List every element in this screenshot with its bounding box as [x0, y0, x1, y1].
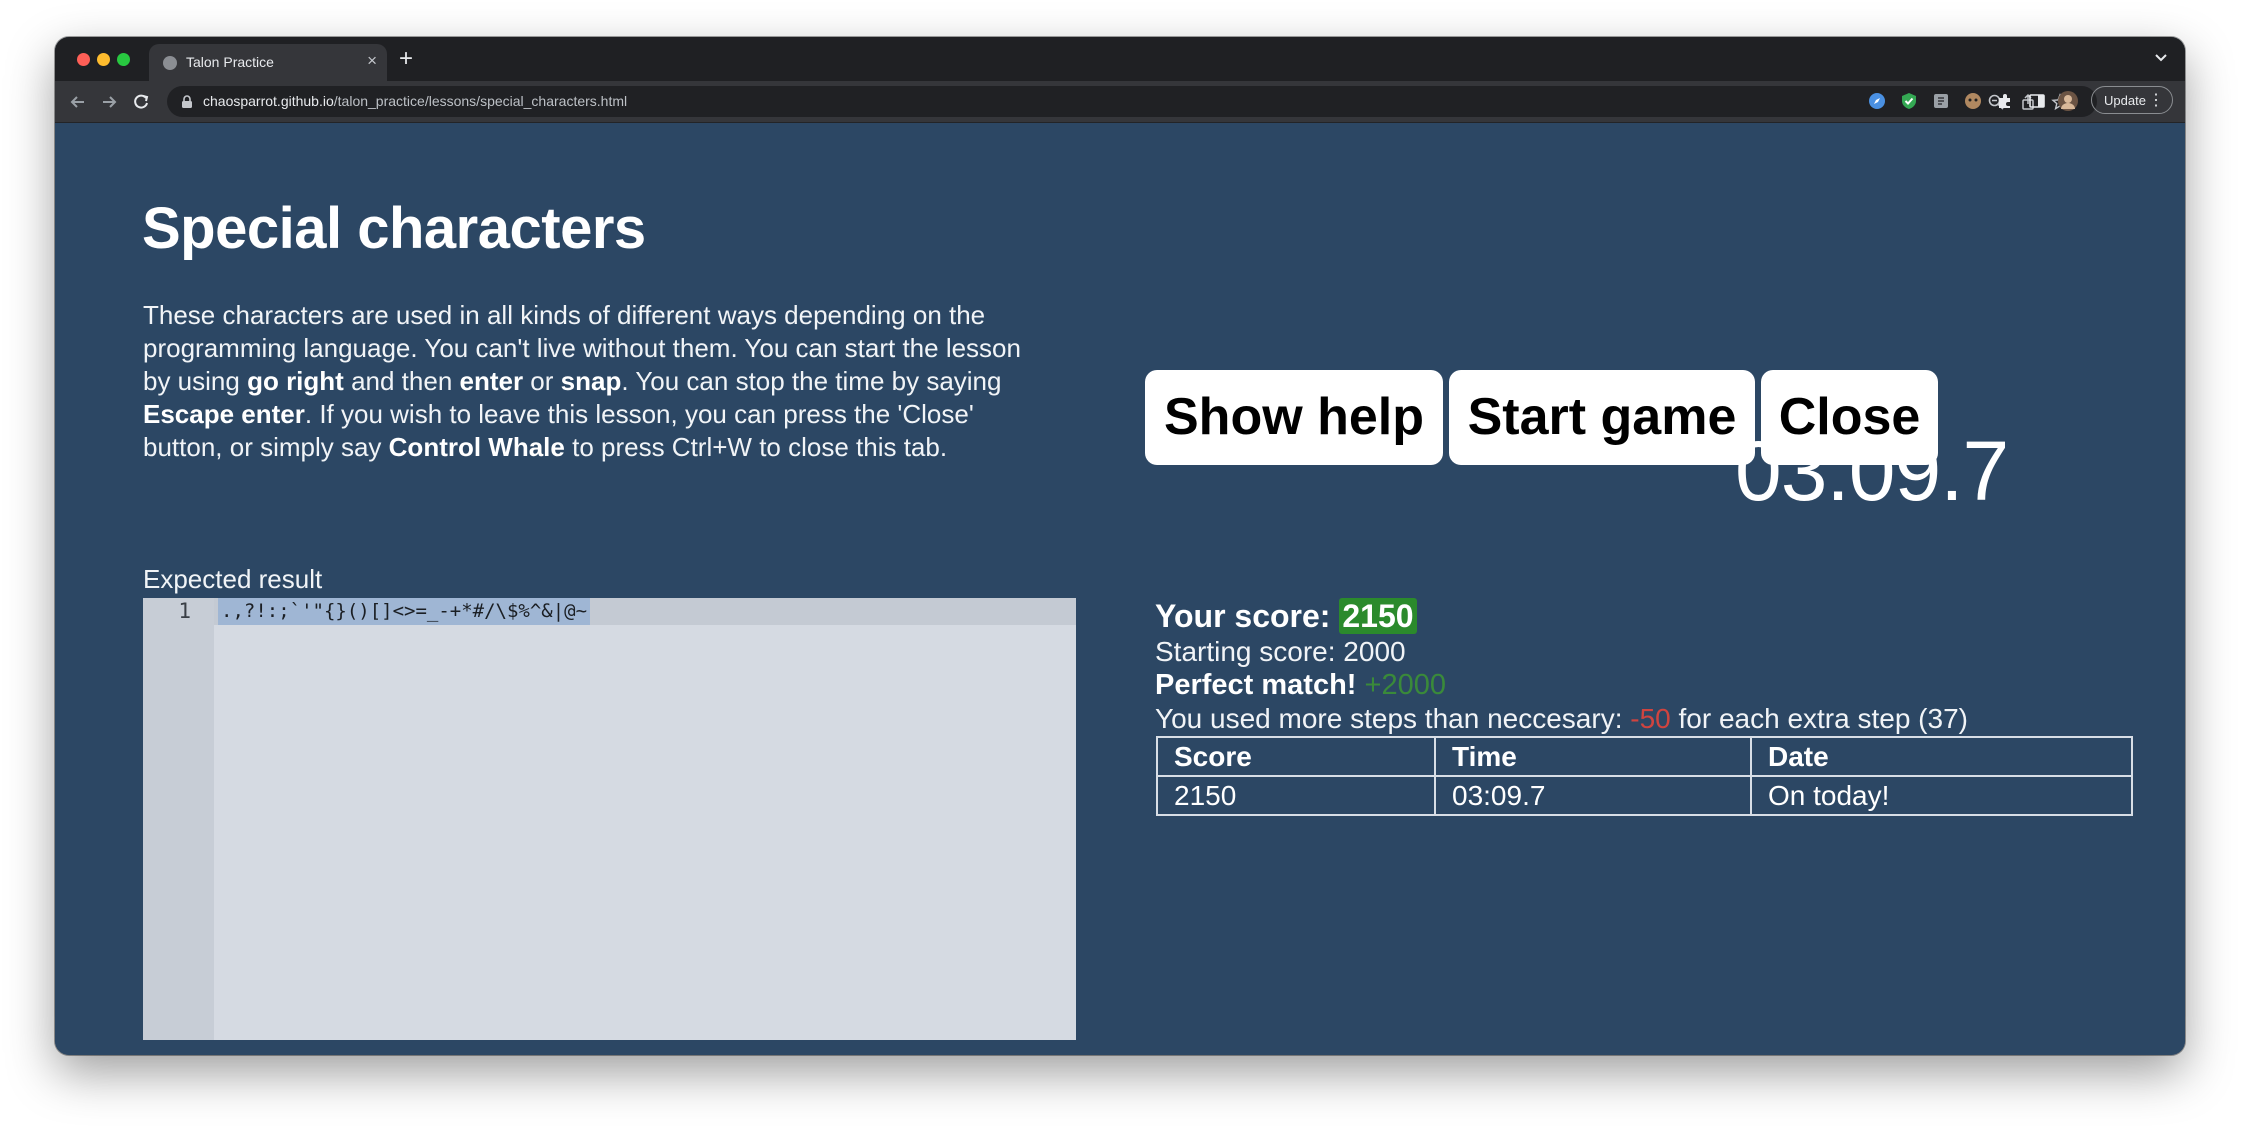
more-menu-icon[interactable]: ⋮ — [2148, 90, 2164, 110]
update-label: Update — [2104, 93, 2146, 108]
score-value-badge: 2150 — [1339, 598, 1417, 634]
tab-strip: Talon Practice × + — [55, 37, 2185, 81]
instruction-text: . You can stop the time by saying — [621, 366, 1002, 396]
update-button[interactable]: Update ⋮ — [2091, 86, 2173, 114]
lock-icon[interactable] — [181, 95, 193, 108]
code-line-selected[interactable]: .,?!:;`'"{}()[]<>=_-+*#/\$%^&|@~ — [218, 598, 591, 625]
close-window-icon[interactable] — [77, 53, 90, 66]
steps-suffix: for each extra step (37) — [1670, 703, 1968, 734]
command-control-whale: Control Whale — [388, 432, 565, 462]
command-escape-enter: Escape enter — [143, 399, 305, 429]
command-snap: snap — [560, 366, 622, 396]
column-header-score: Score — [1156, 736, 1436, 777]
new-tab-button[interactable]: + — [399, 45, 413, 73]
match-bonus: +2000 — [1356, 669, 1446, 701]
side-panel-icon[interactable] — [2028, 92, 2046, 110]
your-score-label: Your score: — [1155, 598, 1340, 634]
game-timer: 03:09.7 — [1735, 424, 2009, 518]
start-game-button[interactable]: Start game — [1449, 370, 1755, 465]
minimize-window-icon[interactable] — [97, 53, 110, 66]
cell-score: 2150 — [1156, 775, 1436, 816]
address-bar[interactable]: chaosparrot.github.io/talon_practice/les… — [167, 86, 2097, 117]
expected-result-editor[interactable]: 1 .,?!:;`'"{}()[]<>=_-+*#/\$%^&|@~ — [143, 598, 1076, 1040]
browser-window: Talon Practice × + chaosparrot.github.io… — [55, 37, 2185, 1055]
back-arrow-icon[interactable] — [67, 91, 89, 113]
perfect-match: Perfect match! +2000 — [1155, 669, 1446, 702]
browser-toolbar: chaosparrot.github.io/talon_practice/les… — [55, 81, 2185, 123]
extensions-puzzle-icon[interactable] — [1996, 92, 2014, 110]
column-header-date: Date — [1750, 736, 2133, 777]
starting-score: Starting score: 2000 — [1155, 636, 1406, 667]
url-text[interactable]: chaosparrot.github.io/talon_practice/les… — [203, 93, 627, 109]
command-enter: enter — [459, 366, 524, 396]
url-host: chaosparrot.github.io — [203, 93, 334, 109]
globe-icon — [163, 56, 177, 70]
url-path: /talon_practice/lessons/special_characte… — [333, 93, 628, 109]
page-title: Special characters — [142, 196, 646, 261]
results-table: Score Time Date 2150 03:09.7 On today! — [1156, 736, 2133, 816]
instruction-text: to press Ctrl+W to close this tab. — [564, 432, 948, 462]
command-go-right: go right — [247, 366, 344, 396]
show-help-button[interactable]: Show help — [1145, 370, 1443, 465]
extension-compass-icon[interactable] — [1868, 92, 1886, 110]
chevron-down-icon[interactable] — [2153, 49, 2169, 65]
instruction-text: or — [523, 366, 561, 396]
table-header-row: Score Time Date — [1156, 736, 2133, 777]
line-number-gutter: 1 — [143, 598, 214, 1040]
reload-icon[interactable] — [130, 91, 152, 113]
lesson-instructions: These characters are used in all kinds o… — [143, 299, 1033, 464]
cell-time: 03:09.7 — [1434, 775, 1752, 816]
extension-face-icon[interactable] — [1964, 92, 1982, 110]
table-row: 2150 03:09.7 On today! — [1156, 775, 2133, 816]
extension-shield-icon[interactable] — [1900, 92, 1918, 110]
column-header-time: Time — [1434, 736, 1752, 777]
extension-document-icon[interactable] — [1932, 92, 1950, 110]
steps-prefix: You used more steps than neccesary: — [1155, 703, 1631, 734]
forward-arrow-icon[interactable] — [98, 91, 120, 113]
steps-penalty: -50 — [1630, 703, 1671, 734]
instruction-text: and then — [343, 366, 460, 396]
line-number: 1 — [178, 599, 191, 623]
tab-title: Talon Practice — [186, 54, 274, 70]
profile-avatar-icon[interactable] — [2058, 91, 2078, 111]
tab-close-icon[interactable]: × — [367, 51, 377, 71]
extra-steps-note: You used more steps than neccesary: -50 … — [1155, 703, 1968, 735]
cell-date: On today! — [1750, 775, 2133, 816]
perfect-match-label: Perfect match! — [1155, 669, 1357, 701]
maximize-window-icon[interactable] — [117, 53, 130, 66]
expected-result-label: Expected result — [143, 564, 323, 594]
page-content: Special characters These characters are … — [55, 123, 2185, 1055]
your-score: Your score: 2150 — [1155, 598, 1417, 635]
tab-talon-practice[interactable]: Talon Practice × — [149, 44, 387, 81]
